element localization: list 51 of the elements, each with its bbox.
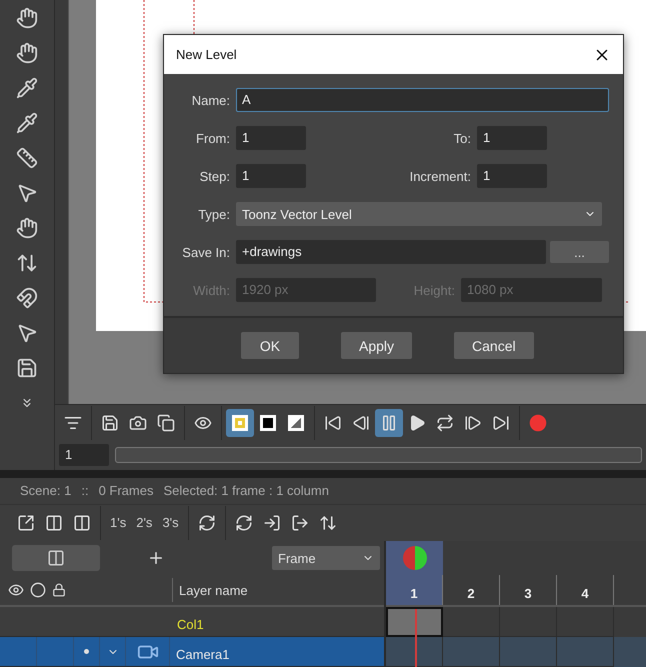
frame-cell[interactable] bbox=[557, 637, 614, 667]
step-button[interactable]: 2's bbox=[131, 515, 158, 530]
frame-number[interactable]: 3 bbox=[500, 575, 557, 606]
frame-slider[interactable] bbox=[115, 447, 642, 463]
pause-icon[interactable] bbox=[375, 408, 403, 436]
input-field[interactable]: +drawings bbox=[236, 240, 546, 264]
status-text: Scene: 1 bbox=[20, 483, 72, 498]
input-field[interactable]: A bbox=[236, 88, 609, 112]
input-field[interactable]: 1 bbox=[236, 126, 306, 150]
lock-icon[interactable] bbox=[52, 583, 66, 598]
layer-name: Col1 bbox=[176, 617, 204, 634]
frame-number[interactable]: 2 bbox=[443, 575, 500, 606]
field-label: Step: bbox=[198, 168, 231, 184]
dialog-button[interactable]: Apply bbox=[341, 332, 412, 359]
dialog-title: New Level bbox=[176, 47, 237, 62]
field-label: Name: bbox=[190, 92, 231, 108]
dialog-button[interactable]: Cancel bbox=[454, 332, 534, 359]
step-button[interactable]: 1's bbox=[105, 515, 132, 530]
dialog-button[interactable]: OK bbox=[241, 332, 299, 359]
columns-icon bbox=[47, 549, 65, 568]
playhead-line bbox=[415, 609, 417, 667]
frame-number[interactable]: 4 bbox=[557, 575, 614, 606]
frame-cell[interactable] bbox=[500, 637, 557, 667]
column-header: Layer name bbox=[172, 578, 248, 602]
field-label: To: bbox=[452, 130, 472, 146]
status-text: 0 Frames bbox=[98, 483, 154, 498]
layer-row[interactable]: Camera1 bbox=[0, 637, 384, 667]
background-toggle[interactable] bbox=[226, 408, 254, 436]
input-field[interactable]: 1 bbox=[477, 126, 547, 150]
browse-button[interactable]: ... bbox=[550, 241, 609, 263]
field-label: Save In: bbox=[181, 244, 231, 260]
input-field[interactable]: 1 bbox=[236, 164, 306, 188]
field-label: From: bbox=[195, 130, 231, 146]
step-button[interactable]: 3's bbox=[157, 515, 184, 530]
circle-icon[interactable] bbox=[30, 582, 46, 598]
eye-icon[interactable] bbox=[8, 582, 24, 598]
type-dropdown[interactable]: Toonz Vector Level bbox=[236, 202, 602, 226]
playhead-icon[interactable] bbox=[402, 545, 428, 572]
frame-dropdown[interactable]: Frame bbox=[272, 546, 380, 570]
frame-cell[interactable] bbox=[386, 607, 443, 638]
layer-name: Camera1 bbox=[175, 647, 230, 664]
frame-number[interactable]: 1 bbox=[386, 575, 443, 606]
layout-toggle[interactable] bbox=[12, 545, 100, 572]
dot-icon[interactable] bbox=[84, 649, 89, 654]
status-text: :: bbox=[81, 483, 89, 498]
field-label: Type: bbox=[197, 206, 231, 222]
input-field[interactable]: 1 bbox=[477, 164, 547, 188]
status-text: Selected: 1 frame : 1 column bbox=[163, 483, 329, 498]
field-label: Increment: bbox=[408, 168, 472, 184]
frame-field[interactable]: 1 bbox=[59, 444, 109, 466]
frame-cell[interactable] bbox=[443, 637, 500, 667]
